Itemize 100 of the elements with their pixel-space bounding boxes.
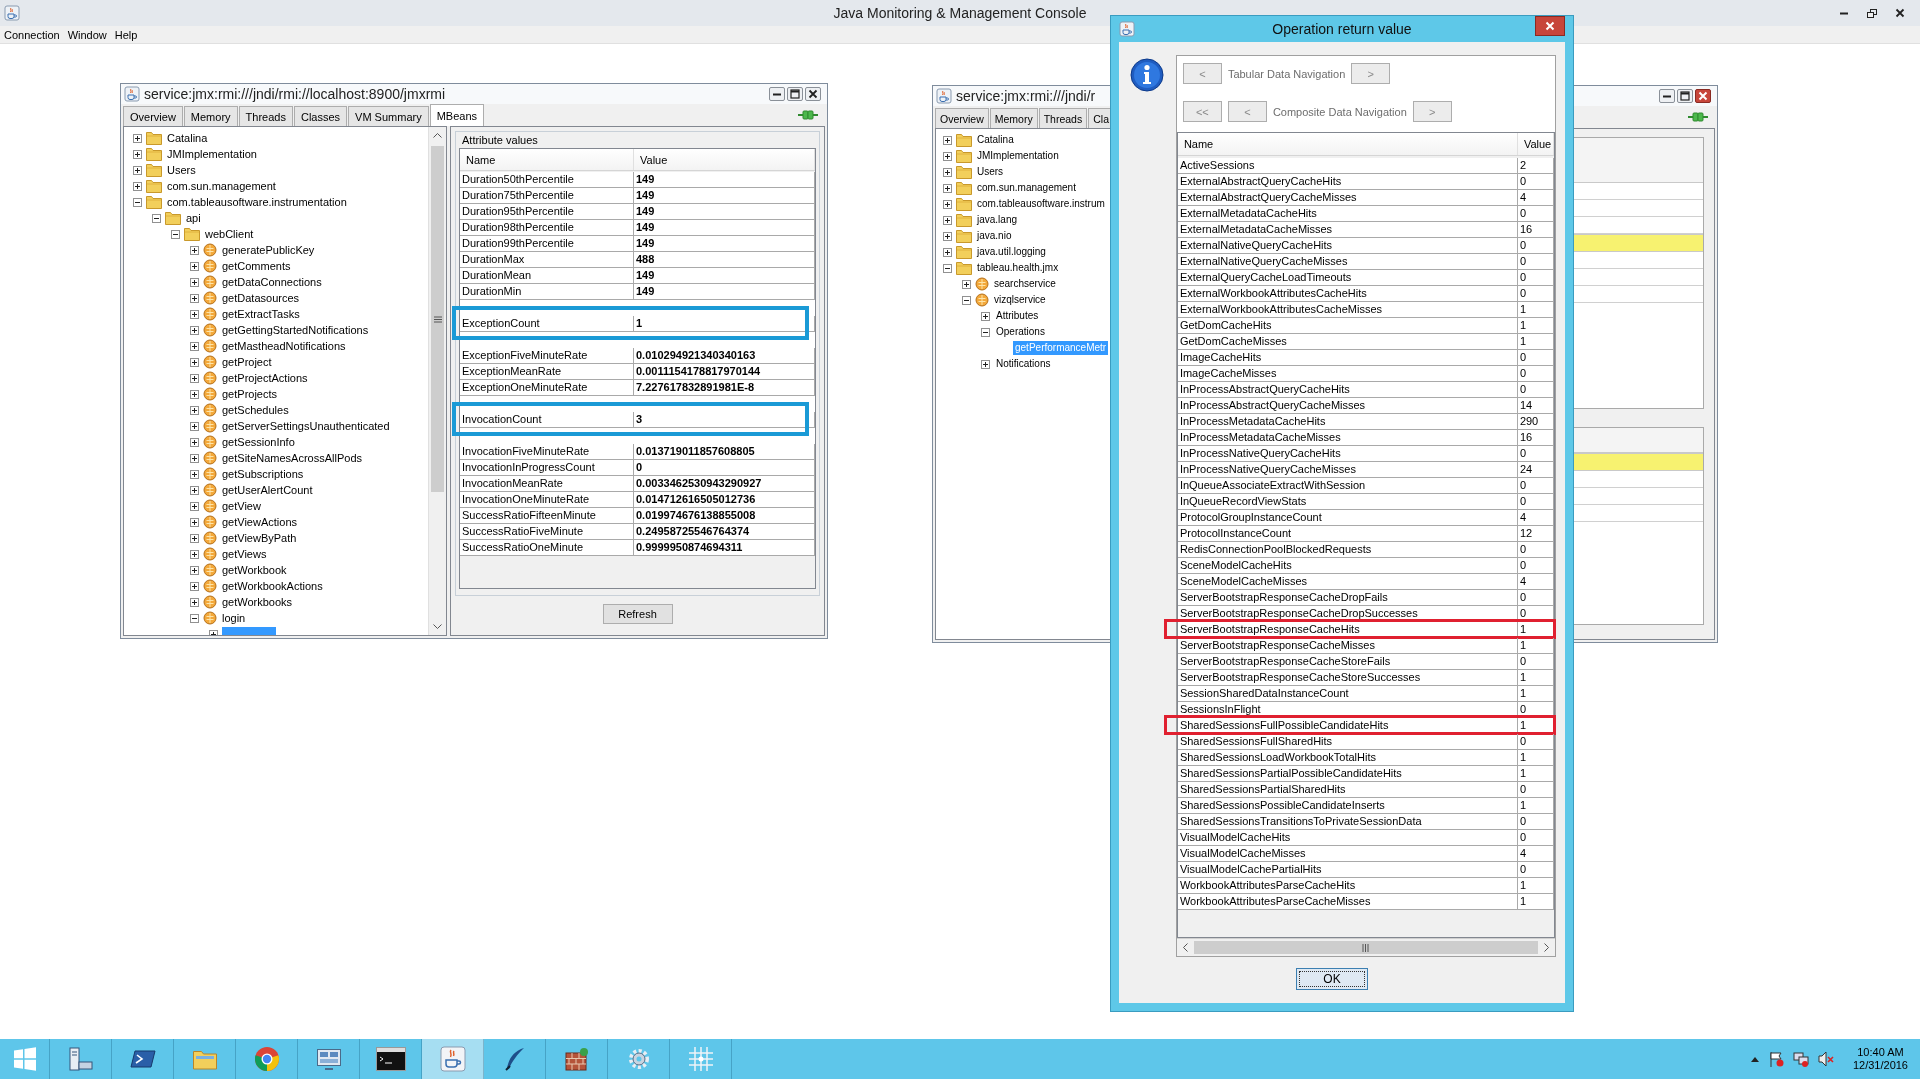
expand-toggle-icon[interactable] [981,359,990,369]
expand-toggle-icon[interactable] [943,151,952,161]
tree-item[interactable]: getSubscriptions [220,467,306,481]
tree-item[interactable]: Users [975,165,1006,179]
network-icon[interactable] [1792,1051,1809,1067]
expand-toggle-icon[interactable] [190,341,199,351]
column-header[interactable]: Name [460,149,634,170]
tree-item[interactable]: getDatasources [220,291,302,305]
minimize-button[interactable] [1659,89,1675,103]
tree-item[interactable]: getView [220,499,263,513]
expand-toggle-icon[interactable] [190,261,199,271]
tree-item[interactable]: Users [165,163,198,177]
flag-icon[interactable] [1767,1051,1784,1067]
expand-toggle-icon[interactable] [943,231,952,241]
scrollbar[interactable] [428,127,446,635]
tree-item[interactable]: getSessionInfo [220,435,297,449]
tree-item[interactable]: com.tableausoftware.instrumentation [165,195,349,209]
tree-item[interactable]: com.sun.management [975,181,1078,195]
expand-toggle-icon[interactable] [190,517,199,527]
horizontal-scrollbar[interactable] [1176,938,1555,956]
close-button[interactable] [1695,89,1711,103]
scrollbar-thumb[interactable] [431,146,444,492]
expand-toggle-icon[interactable] [190,533,199,543]
column-header[interactable]: Name [1177,133,1518,155]
expand-toggle-icon[interactable] [190,437,199,447]
expand-toggle-icon[interactable] [190,469,199,479]
tree-item[interactable]: getExtractTasks [220,307,302,321]
expand-toggle-icon[interactable] [190,501,199,511]
expand-toggle-icon[interactable] [190,565,199,575]
expand-toggle-icon[interactable] [190,405,199,415]
tree-item[interactable]: java.util.logging [975,245,1048,259]
tree-item[interactable]: getUserAlertCount [220,483,315,497]
tree-item[interactable]: Catalina [165,131,210,145]
tab[interactable]: Overview [935,108,989,128]
expand-toggle-icon[interactable] [190,293,199,303]
expand-toggle-icon[interactable] [962,279,971,289]
expand-toggle-icon[interactable] [190,485,199,495]
tree-item[interactable]: JMImplementation [975,149,1061,163]
expand-toggle-icon[interactable] [190,581,199,591]
show-hidden-icons-caret-icon[interactable] [1750,1056,1759,1062]
tree-item[interactable]: getViewActions [220,515,299,529]
close-button[interactable] [1535,16,1565,36]
tree-item[interactable]: generatePublicKey [220,243,317,257]
tree-item[interactable]: getSiteNamesAcrossAllPods [220,451,364,465]
collapse-toggle-icon[interactable] [943,263,952,273]
tree-item[interactable]: tableau.health.jmx [975,261,1061,275]
expand-toggle-icon[interactable] [943,247,952,257]
expand-toggle-icon[interactable] [190,373,199,383]
expand-toggle-icon[interactable] [133,165,142,175]
expand-toggle-icon[interactable] [190,309,199,319]
tree-item[interactable]: com.tableausoftware.instrum [975,197,1107,211]
tree-item[interactable]: getViews [220,547,269,561]
expand-toggle-icon[interactable] [943,167,952,177]
tree-item[interactable]: getMastheadNotifications [220,339,348,353]
tree-item[interactable]: getWorkbookActions [220,579,325,593]
tab[interactable]: Cla [1088,108,1112,128]
clock-date[interactable]: 12/31/2016 [1852,1059,1908,1072]
expand-toggle-icon[interactable] [133,149,142,159]
collapse-toggle-icon[interactable] [981,327,990,337]
tree-item[interactable]: Attributes [994,309,1041,323]
close-button[interactable] [805,87,821,101]
menu-item[interactable]: Help [114,28,142,41]
expand-toggle-icon[interactable] [190,549,199,559]
tree-item[interactable]: api [184,211,203,225]
refresh-button[interactable]: Refresh [602,604,673,624]
minimize-button[interactable] [769,87,785,101]
expand-toggle-icon[interactable] [943,199,952,209]
tree-item[interactable]: getViewByPath [220,531,299,545]
tree-item[interactable]: Operations [994,325,1047,339]
column-header[interactable]: Value [634,149,815,170]
expand-toggle-icon[interactable] [190,389,199,399]
tree-item[interactable]: getDataConnections [220,275,324,289]
tree-item[interactable]: getWorkbooks [220,595,295,609]
plug-icon[interactable] [797,108,819,122]
tab[interactable]: Overview [123,106,183,126]
expand-toggle-icon[interactable] [190,597,199,607]
tree-item[interactable]: getProject [220,355,274,369]
expand-toggle-icon[interactable] [190,357,199,367]
expand-toggle-icon[interactable] [190,277,199,287]
tree-item[interactable]: searchservice [992,277,1058,291]
tab[interactable]: MBeans [429,104,485,126]
tab[interactable]: Threads [1038,108,1088,128]
expand-toggle-icon[interactable] [190,421,199,431]
scrollbar-thumb[interactable] [1193,941,1538,954]
tree-item[interactable]: getSchedules [220,403,291,417]
tree-item[interactable]: getServerSettingsUnauthenticated [220,419,392,433]
expand-toggle-icon[interactable] [133,181,142,191]
tab[interactable]: Threads [238,106,293,126]
tab[interactable]: VM Summary [348,106,429,126]
tree-item[interactable]: webClient [203,227,256,241]
plug-icon[interactable] [1687,110,1709,124]
expand-toggle-icon[interactable] [133,133,142,143]
expand-toggle-icon[interactable] [981,311,990,321]
tree-item[interactable]: com.sun.management [165,179,278,193]
column-header[interactable]: Value [1517,133,1554,155]
clock-time[interactable]: 10:40 AM [1857,1046,1904,1059]
maximize-button[interactable] [787,87,803,101]
collapse-toggle-icon[interactable] [133,197,142,207]
ok-button[interactable]: OK [1296,968,1368,990]
collapse-toggle-icon[interactable] [190,613,199,623]
